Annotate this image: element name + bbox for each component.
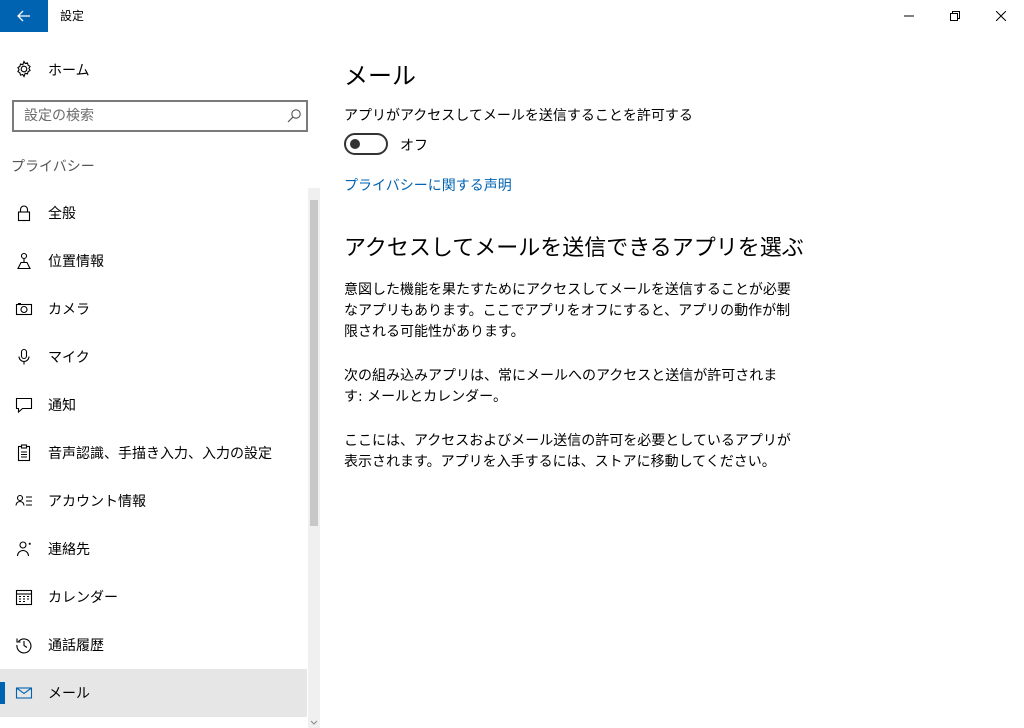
window-title: 設定: [60, 9, 85, 23]
restore-button[interactable]: [932, 0, 978, 32]
toggle-label: アプリがアクセスしてメールを送信することを許可する: [344, 108, 693, 124]
privacy-statement-link[interactable]: プライバシーに関する声明: [344, 175, 512, 195]
sidebar-item-label: ホーム: [48, 63, 90, 79]
clipboard-icon: [17, 444, 31, 462]
camera-icon: [15, 303, 33, 316]
sidebar-item-microphone[interactable]: マイク: [0, 333, 307, 381]
page-title: メール: [344, 62, 416, 90]
restore-icon: [950, 11, 960, 21]
sidebar-item-label: カレンダー: [48, 590, 118, 606]
sidebar-item-calendar[interactable]: カレンダー: [0, 573, 307, 621]
sidebar-item-label: 通知: [48, 398, 76, 414]
history-icon: [16, 638, 32, 654]
sidebar-item-label: 連絡先: [48, 542, 90, 558]
sidebar-item-home[interactable]: ホーム: [0, 52, 320, 86]
description-paragraph: 意図した機能を果たすためにアクセスしてメールを送信することが必要なアプリもありま…: [344, 282, 791, 340]
store-info-paragraph: ここには、アクセスおよびメール送信の許可を必要としているアプリが表示されます。ア…: [344, 433, 791, 470]
sidebar-item-label: 位置情報: [48, 254, 104, 270]
location-icon: [17, 252, 31, 270]
gear-icon: [17, 60, 31, 78]
sidebar-item-label: アカウント情報: [48, 494, 146, 510]
sidebar-scrollbar[interactable]: [308, 188, 320, 728]
builtin-apps-paragraph: 次の組み込みアプリは、常にメールへのアクセスと送信が許可されます: メールとカレ…: [344, 368, 778, 405]
notification-icon: [15, 397, 33, 414]
sidebar: ホーム プライバシー 全般 位置情報: [0, 32, 320, 728]
back-button[interactable]: [0, 0, 48, 32]
mail-icon: [15, 687, 33, 699]
lock-icon: [17, 205, 31, 222]
chevron-down-icon: [310, 720, 318, 725]
scrollbar-thumb[interactable]: [310, 200, 318, 526]
sidebar-item-call-history[interactable]: 通話履歴: [0, 621, 307, 669]
scroll-down-button[interactable]: [310, 718, 318, 728]
toggle-state: オフ: [400, 138, 428, 154]
close-icon: [996, 11, 1006, 21]
search-input[interactable]: [14, 102, 284, 130]
sidebar-item-camera[interactable]: カメラ: [0, 285, 307, 333]
microphone-icon: [18, 348, 30, 365]
sidebar-item-label: 音声認識、手描き入力、入力の設定: [48, 446, 272, 462]
sidebar-item-location[interactable]: 位置情報: [0, 237, 307, 285]
search-box[interactable]: [12, 100, 308, 132]
contacts-icon: [16, 541, 31, 557]
sidebar-item-label: マイク: [48, 350, 90, 366]
title-bar: 設定: [0, 0, 1024, 32]
minimize-button[interactable]: [886, 0, 932, 32]
search-icon[interactable]: [286, 108, 302, 124]
back-arrow-icon: [17, 10, 30, 22]
nav-list: 全般 位置情報 カメラ マイク 通知 音声認識、手描き入力、入力の設定 アカウン…: [0, 189, 307, 717]
section-label: プライバシー: [11, 159, 95, 175]
close-button[interactable]: [978, 0, 1024, 32]
sidebar-item-label: 全般: [48, 206, 76, 222]
sidebar-item-speech-inking[interactable]: 音声認識、手描き入力、入力の設定: [0, 429, 307, 477]
sidebar-item-label: メール: [48, 686, 90, 702]
toggle-knob: [350, 139, 360, 149]
sidebar-item-mail[interactable]: メール: [0, 669, 307, 717]
sidebar-item-notifications[interactable]: 通知: [0, 381, 307, 429]
mail-access-toggle[interactable]: [344, 133, 388, 155]
sidebar-item-label: 通話履歴: [48, 638, 104, 654]
minimize-icon: [904, 15, 914, 17]
sidebar-item-general[interactable]: 全般: [0, 189, 307, 237]
account-info-icon: [15, 494, 32, 506]
calendar-icon: [15, 589, 33, 606]
sidebar-item-label: カメラ: [48, 302, 90, 318]
section-subtitle: アクセスしてメールを送信できるアプリを選ぶ: [344, 236, 804, 261]
sidebar-item-account-info[interactable]: アカウント情報: [0, 477, 307, 525]
sidebar-item-contacts[interactable]: 連絡先: [0, 525, 307, 573]
